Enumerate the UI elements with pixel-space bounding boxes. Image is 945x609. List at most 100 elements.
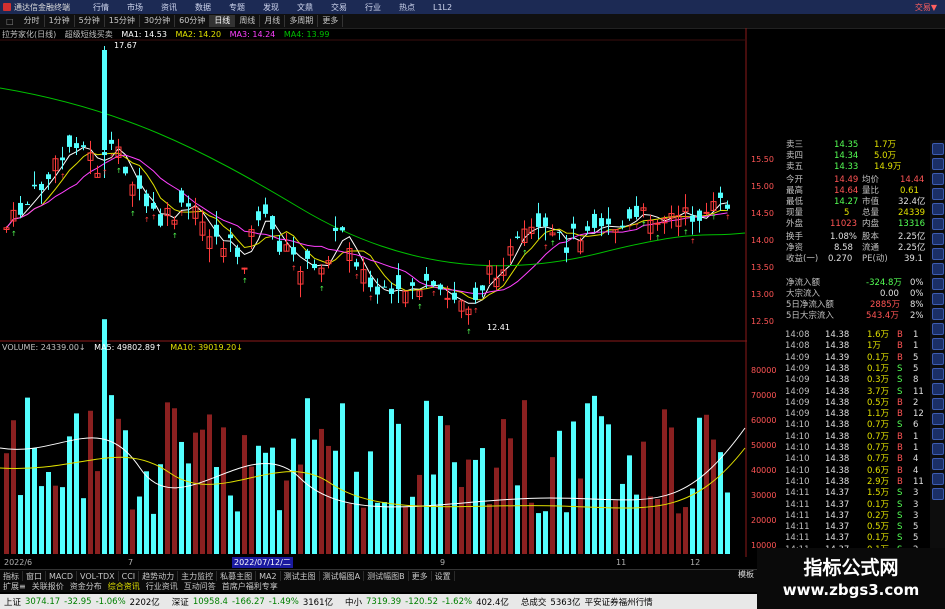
menu-shuju[interactable]: 数据 xyxy=(195,2,211,13)
high-price-label: 17.67 xyxy=(114,41,137,50)
tab-indicator[interactable]: 指标 xyxy=(0,570,23,582)
sz-index-name[interactable]: 深证 xyxy=(172,596,189,608)
menu-l1l2[interactable]: L1L2 xyxy=(433,3,452,12)
tool-icon[interactable] xyxy=(932,143,944,155)
menu-redian[interactable]: 热点 xyxy=(399,2,415,13)
tool-icon[interactable] xyxy=(932,488,944,500)
menu-hangye[interactable]: 行业 xyxy=(365,2,381,13)
tick-price: 14.37 xyxy=(825,488,850,499)
candle-body xyxy=(382,286,387,288)
menu-hangqing[interactable]: 行情 xyxy=(93,2,109,13)
tool-icon[interactable] xyxy=(932,323,944,335)
period-tab-30min[interactable]: 30分钟 xyxy=(140,15,176,27)
menu-zhuanti[interactable]: 专题 xyxy=(229,2,245,13)
tool-icon[interactable] xyxy=(932,398,944,410)
tool-icon[interactable] xyxy=(932,173,944,185)
candle-body xyxy=(235,247,240,257)
tab-settings[interactable]: 设置 xyxy=(432,570,455,582)
period-tab-more[interactable]: 更多 xyxy=(318,15,344,27)
volume-axis: 80000 70000 60000 50000 40000 30000 2000… xyxy=(747,342,782,557)
tab-cci[interactable]: CCI xyxy=(119,570,140,582)
tab-main-monitor[interactable]: 主力监控 xyxy=(178,570,218,582)
period-tab-1min[interactable]: 1分钟 xyxy=(45,15,75,27)
tool-icon[interactable] xyxy=(932,158,944,170)
price-axis: 15.50 15.00 14.50 14.00 13.50 13.00 12.5… xyxy=(747,140,782,340)
tab-test-b[interactable]: 测试幅图B xyxy=(364,570,409,582)
tool-icon[interactable] xyxy=(932,233,944,245)
volume-bar xyxy=(46,471,51,554)
tab-general-news[interactable]: 综合资讯 xyxy=(105,581,143,592)
tick-list[interactable]: 14:08 14.38 1.6万 B 1 14:08 14.38 1万 B 1 14:09 14.39… xyxy=(782,330,930,560)
period-tab-15min[interactable]: 15分钟 xyxy=(105,15,140,27)
tab-industry-news[interactable]: 行业资讯 xyxy=(143,581,181,592)
period-tab-60min[interactable]: 60分钟 xyxy=(175,15,211,27)
tool-icon[interactable] xyxy=(932,263,944,275)
menu-wending[interactable]: 文鼎 xyxy=(297,2,313,13)
candle-body xyxy=(228,234,233,239)
period-tab-fenshi[interactable]: 分时 xyxy=(20,15,45,27)
indicator-name[interactable]: 超级短线买卖 xyxy=(65,30,113,39)
tick-price: 14.38 xyxy=(825,386,850,397)
trade-button[interactable]: 交易▼ xyxy=(915,2,937,13)
tick-time: 14:10 xyxy=(785,431,810,442)
volume-bar xyxy=(508,438,513,554)
tick-price: 14.38 xyxy=(825,431,850,442)
tab-window[interactable]: 窗口 xyxy=(23,570,46,582)
tab-extend[interactable]: 扩展≡ xyxy=(0,581,29,592)
tab-related-quote[interactable]: 关联报价 xyxy=(29,581,67,592)
tab-test-a[interactable]: 测试幅图A xyxy=(320,570,365,582)
menu-faxian[interactable]: 发现 xyxy=(263,2,279,13)
quote-row-ask4: 卖四 14.34 5.0万 xyxy=(786,151,897,161)
toolbar-toggle-icon[interactable]: □ xyxy=(0,17,20,26)
tool-icon[interactable] xyxy=(932,203,944,215)
period-tab-5min[interactable]: 5分钟 xyxy=(75,15,105,27)
tool-icon[interactable] xyxy=(932,458,944,470)
volume-bar xyxy=(319,428,324,554)
tool-icon[interactable] xyxy=(932,338,944,350)
tab-fund-dist[interactable]: 资金分布 xyxy=(67,581,105,592)
volume-bar xyxy=(431,474,436,554)
tool-icon[interactable] xyxy=(932,368,944,380)
tool-icon[interactable] xyxy=(932,218,944,230)
tool-icon[interactable] xyxy=(932,473,944,485)
tool-icon[interactable] xyxy=(932,278,944,290)
tool-icon[interactable] xyxy=(932,428,944,440)
tab-macd[interactable]: MACD xyxy=(46,570,77,582)
period-tab-monthly[interactable]: 月线 xyxy=(260,15,286,27)
zx-index-name[interactable]: 中小 xyxy=(345,596,362,608)
tick-row: 14:10 14.38 2.9万 B 11 xyxy=(785,477,930,488)
tab-vol-tdx[interactable]: VOL-TDX xyxy=(77,570,119,582)
tab-test-main[interactable]: 测试主图 xyxy=(281,570,320,582)
tab-ma2[interactable]: MA2 xyxy=(256,570,281,582)
kline-chart[interactable]: ↑↑↑↑↑↑↑ ↑↑↑↑↑↑↑↑↑↑↑↑↑↑ ↑↑ ↑ ↑↑↑↑↑ ↑ 17.67 12.… xyxy=(0,28,747,557)
period-tab-daily[interactable]: 日线 xyxy=(210,15,236,27)
menu-shichang[interactable]: 市场 xyxy=(127,2,143,13)
zx-index-amount: 402.4亿 xyxy=(476,597,509,608)
tool-icon[interactable] xyxy=(932,413,944,425)
menu-zixun[interactable]: 资讯 xyxy=(161,2,177,13)
candle-body xyxy=(654,222,661,225)
tab-qa[interactable]: 互动问答 xyxy=(181,581,219,592)
tool-icon[interactable] xyxy=(932,443,944,455)
tick-price: 14.37 xyxy=(825,510,850,521)
tool-icon[interactable] xyxy=(932,293,944,305)
tick-n: 4 xyxy=(913,454,919,465)
sh-index-name[interactable]: 上证 xyxy=(4,596,21,608)
tick-time: 14:11 xyxy=(785,533,810,544)
period-tab-multi[interactable]: 多周期 xyxy=(285,15,319,27)
tool-icon[interactable] xyxy=(932,308,944,320)
tool-icon[interactable] xyxy=(932,353,944,365)
tool-icon[interactable] xyxy=(932,383,944,395)
menu-jiaoyi[interactable]: 交易 xyxy=(331,2,347,13)
period-tab-weekly[interactable]: 周线 xyxy=(235,15,261,27)
signal-arrow: ↑ xyxy=(431,290,437,298)
tool-icon[interactable] xyxy=(932,248,944,260)
tab-more[interactable]: 更多 xyxy=(409,570,432,582)
volume-bar xyxy=(501,419,506,554)
tick-vol: 0.7万 xyxy=(867,431,890,442)
tab-vip[interactable]: 首席户福利专享 xyxy=(219,581,281,592)
tab-private-main[interactable]: 私募主图 xyxy=(217,570,257,582)
tab-trend[interactable]: 趋势动力 xyxy=(139,570,179,582)
volume-bar xyxy=(669,427,674,554)
tool-icon[interactable] xyxy=(932,188,944,200)
